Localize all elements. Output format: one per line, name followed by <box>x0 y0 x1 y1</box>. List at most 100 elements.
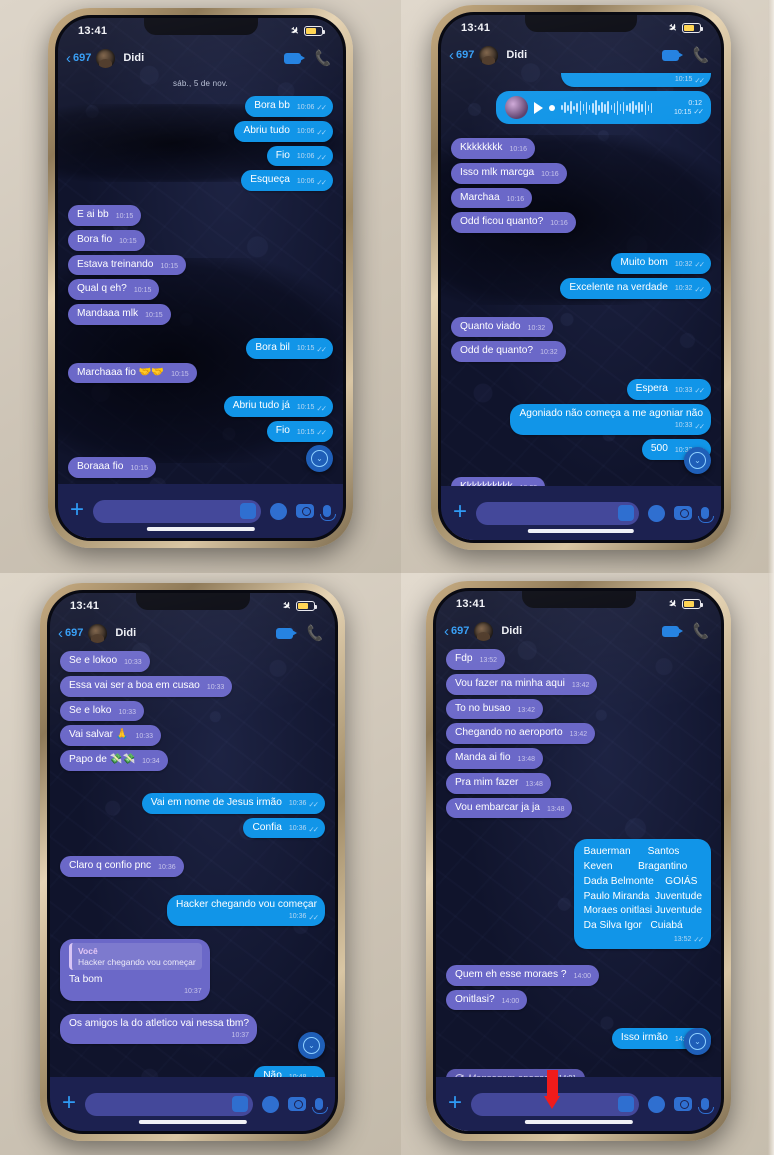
message-row[interactable]: Essa vai ser a boa em cusao 10:33 <box>60 675 325 697</box>
video-call-icon[interactable] <box>275 627 297 639</box>
back-button[interactable]: ‹ 697 <box>66 51 91 66</box>
contact-name[interactable]: Didi <box>115 627 270 639</box>
avatar[interactable] <box>474 621 494 641</box>
message-row[interactable]: Papo de 💸💸 10:34 <box>60 750 325 771</box>
message-row[interactable]: Fdp 13:52 <box>446 649 711 670</box>
attach-plus-icon[interactable]: + <box>62 1090 76 1115</box>
message-list-1[interactable]: sáb., 5 de nov. Bora bb 10:06 ✓✓ Abriu tud… <box>58 74 343 538</box>
microphone-icon[interactable] <box>312 1098 328 1114</box>
avatar[interactable] <box>88 623 108 643</box>
emoji-icon[interactable] <box>648 504 665 522</box>
message-row[interactable]: Qual q eh? 10:15 <box>68 279 333 300</box>
message-row[interactable]: Se e loko 10:33 <box>60 700 325 722</box>
microphone-icon[interactable] <box>698 507 714 523</box>
message-row[interactable]: Isso irmão14:00✓✓ <box>446 1028 711 1050</box>
message-input-field[interactable] <box>476 501 639 525</box>
message-row[interactable]: Vai em nome de Jesus irmão 10:36 ✓✓ <box>60 792 325 814</box>
contact-name[interactable]: Didi <box>506 49 656 61</box>
message-row[interactable]: Kkkkkkkk 10:16 <box>451 138 711 159</box>
emoji-icon[interactable] <box>648 1095 665 1113</box>
message-row[interactable]: Estava treinando 10:15 <box>68 254 333 276</box>
message-row[interactable]: Onitlasi? 14:00 <box>446 989 711 1011</box>
sticker-icon[interactable] <box>240 503 256 519</box>
message-row[interactable]: Vou embarcar ja ja 13:48 <box>446 797 711 819</box>
message-row[interactable]: Chegando no aeroporto 13:42 <box>446 723 711 744</box>
message-row[interactable]: Claro q confio pnc 10:36 <box>60 856 325 877</box>
phone-call-icon[interactable]: 📞 <box>304 623 324 642</box>
message-input-bar[interactable]: + <box>50 1077 335 1131</box>
message-row[interactable]: Confia 10:36 ✓✓ <box>60 817 325 839</box>
message-row[interactable]: To no busao 13:42 <box>446 698 711 720</box>
camera-icon[interactable] <box>674 1097 692 1111</box>
message-row[interactable]: Fio 10:15 ✓✓ <box>68 421 333 442</box>
message-list-4[interactable]: Fdp 13:52 Vou fazer na minha aqui 13:42 To… <box>436 647 721 1131</box>
message-list-3[interactable]: Se e lokoo 10:33 Essa vai ser a boa em cu… <box>50 649 335 1131</box>
emoji-icon[interactable] <box>262 1095 279 1113</box>
quoted-message[interactable]: Você Hacker chegando vou começar <box>69 943 202 971</box>
sticker-icon[interactable] <box>618 1096 634 1112</box>
message-row[interactable]: Pra mim fazer 13:48 <box>446 772 711 794</box>
message-input-bar[interactable]: + <box>441 486 721 540</box>
message-row[interactable]: Bora bb 10:06 ✓✓ <box>68 96 333 117</box>
message-input-bar[interactable]: + <box>58 484 343 538</box>
message-list-2[interactable]: 10:15 ✓✓ 0:12 10:15 ✓✓ Kkkkkkkk 10:16 Is… <box>441 71 721 540</box>
message-row[interactable]: Odd de quanto? 10:32 <box>451 341 711 362</box>
message-row[interactable]: Esqueça 10:06 ✓✓ <box>68 170 333 191</box>
camera-icon[interactable] <box>288 1097 306 1111</box>
message-row[interactable]: Se e lokoo 10:33 <box>60 651 325 672</box>
message-row[interactable]: Quanto viado 10:32 <box>451 316 711 338</box>
message-input-bar[interactable]: + <box>436 1077 721 1131</box>
message-row[interactable]: Marchaaa fio 🤝🤝 10:15 <box>68 362 333 384</box>
message-row[interactable]: Vai salvar 🙏 10:33 <box>60 725 325 746</box>
microphone-icon[interactable] <box>320 505 336 521</box>
contact-name[interactable]: Didi <box>123 52 278 64</box>
attach-plus-icon[interactable]: + <box>448 1090 462 1115</box>
sticker-icon[interactable] <box>232 1096 248 1112</box>
message-input-field[interactable] <box>85 1092 253 1116</box>
message-row[interactable]: Isso mlk marcga 10:16 <box>451 162 711 184</box>
back-button[interactable]: ‹ 697 <box>444 624 469 639</box>
message-row[interactable]: Vou fazer na minha aqui 13:42 <box>446 673 711 695</box>
message-row-quoted[interactable]: Você Hacker chegando vou começar Ta bom … <box>60 939 325 1001</box>
voice-message-bubble[interactable]: 0:12 10:15 ✓✓ <box>496 91 711 124</box>
message-input-field[interactable] <box>93 499 261 523</box>
message-row[interactable]: Fio 10:06 ✓✓ <box>68 145 333 167</box>
message-row[interactable]: Abriu tudo já 10:15 ✓✓ <box>68 396 333 417</box>
message-row[interactable]: Bora bil 10:15 ✓✓ <box>68 337 333 359</box>
play-icon[interactable] <box>534 101 543 114</box>
back-button[interactable]: ‹ 697 <box>58 626 83 641</box>
sticker-icon[interactable] <box>618 505 634 521</box>
message-row[interactable]: Marchaa 10:16 <box>451 187 711 209</box>
message-row[interactable]: E ai bb 10:15 <box>68 205 333 226</box>
attach-plus-icon[interactable]: + <box>453 499 467 524</box>
message-row-list[interactable]: Bauerman Santos Keven Bragantino Dada Belm… <box>446 839 711 949</box>
phone-call-icon[interactable]: 📞 <box>690 621 710 640</box>
message-row[interactable]: Agoniado não começa a me agoniar não 10:3… <box>451 403 711 435</box>
phone-call-icon[interactable]: 📞 <box>690 45 710 64</box>
message-row[interactable]: Boraaa fio 10:15 <box>68 456 333 478</box>
attach-plus-icon[interactable]: + <box>70 497 84 522</box>
phone-call-icon[interactable]: 📞 <box>312 48 332 67</box>
message-row[interactable]: Quem eh esse moraes ? 14:00 <box>446 964 711 986</box>
message-row[interactable]: Excelente na verdade 10:32 ✓✓ <box>451 277 711 299</box>
message-row[interactable]: Bora fio 10:15 <box>68 229 333 251</box>
back-button[interactable]: ‹ 697 <box>449 48 474 63</box>
message-row[interactable]: 50010:33✓✓ <box>451 438 711 460</box>
microphone-icon[interactable] <box>698 1098 714 1114</box>
message-row[interactable]: Hacker chegando vou começar 10:36 ✓✓ <box>60 895 325 927</box>
message-row[interactable]: Mandaaa mlk 10:15 <box>68 304 333 325</box>
emoji-icon[interactable] <box>270 502 287 520</box>
contact-name[interactable]: Didi <box>501 625 656 637</box>
scroll-to-bottom-button[interactable]: ⌄ <box>298 1032 325 1059</box>
camera-icon[interactable] <box>296 504 314 518</box>
message-row[interactable]: Odd ficou quanto? 10:16 <box>451 212 711 233</box>
video-call-icon[interactable] <box>661 49 683 61</box>
message-row[interactable]: Espera 10:33 ✓✓ <box>451 379 711 400</box>
voice-message-row[interactable]: 0:12 10:15 ✓✓ <box>451 91 711 124</box>
scroll-to-bottom-button[interactable]: ⌄ <box>684 447 711 474</box>
scroll-to-bottom-button[interactable]: ⌄ <box>684 1028 711 1055</box>
message-row[interactable]: Os amigos la do atletico vai nessa tbm? 1… <box>60 1013 325 1045</box>
avatar[interactable] <box>479 45 499 65</box>
message-row-cut[interactable]: 10:15 ✓✓ <box>451 73 711 87</box>
message-row[interactable]: Abriu tudo 10:06 ✓✓ <box>68 120 333 142</box>
